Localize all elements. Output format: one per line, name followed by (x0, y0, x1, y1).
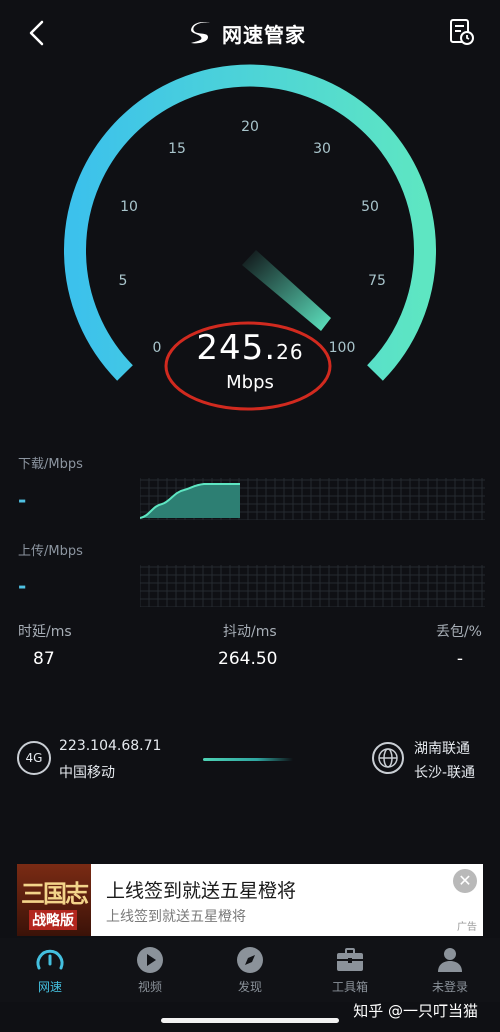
nav-item-discover[interactable]: 发现 (200, 938, 300, 998)
download-graph (140, 478, 485, 520)
ad-subtitle: 上线签到就送五星橙将 (106, 909, 246, 925)
latency-value: 87 (33, 649, 55, 669)
client-carrier: 中国移动 (59, 765, 115, 781)
jitter-label: 抖动/ms (223, 624, 277, 640)
watermark: 知乎 @一只叮当猫 (353, 1002, 478, 1020)
ad-tag: 广告 (457, 922, 477, 933)
upload-value: - (18, 574, 27, 598)
tick-label: 75 (368, 273, 386, 289)
nav-label: 发现 (237, 980, 262, 994)
ip-address: 223.104.68.71 (59, 738, 162, 754)
nav-item-speed[interactable]: 网速 (0, 938, 100, 998)
tick-label: 20 (241, 119, 259, 135)
compass-icon (237, 947, 263, 973)
speed-unit: Mbps (226, 372, 274, 393)
nav-item-toolbox[interactable]: 工具箱 (300, 938, 400, 998)
tick-label: 30 (313, 141, 331, 157)
ad-banner[interactable]: 三国志 战略版 上线签到就送五星橙将 上线签到就送五星橙将 ✕ 广告 (17, 864, 483, 936)
nav-label: 工具箱 (331, 980, 368, 994)
tick-label: 15 (168, 141, 186, 157)
close-icon[interactable]: ✕ (453, 869, 477, 893)
ad-thumb-subtitle: 战略版 (29, 910, 77, 930)
ad-thumbnail[interactable]: 三国志 战略版 (17, 864, 91, 936)
play-icon (137, 947, 163, 973)
speed-integer: 245. (196, 328, 277, 368)
user-icon (438, 948, 462, 972)
nav-label: 未登录 (431, 980, 468, 994)
ad-title[interactable]: 上线签到就送五星橙将 (106, 876, 296, 903)
tick-label: 10 (120, 199, 138, 215)
upload-label: 上传/Mbps (18, 544, 83, 559)
home-indicator[interactable] (161, 1018, 339, 1023)
toolbox-icon (337, 948, 363, 971)
speed-readout: 245.26 Mbps (166, 318, 334, 408)
nav-label: 视频 (137, 980, 162, 994)
nav-label: 网速 (37, 980, 62, 994)
packet-loss-label: 丢包/% (435, 624, 482, 640)
speed-value: 245.26 (166, 328, 334, 368)
connection-line (203, 758, 293, 761)
packet-loss-value: - (456, 649, 463, 669)
download-graph-fill (140, 484, 240, 518)
tick-label: 50 (361, 199, 379, 215)
download-label: 下载/Mbps (18, 457, 83, 472)
upload-graph (140, 565, 485, 607)
server-location[interactable]: 长沙-联通 (414, 762, 475, 782)
globe-icon (372, 742, 404, 774)
download-value: - (18, 488, 27, 512)
jitter-value: 264.50 (218, 649, 278, 669)
speed-decimal: 26 (276, 340, 304, 364)
network-type-badge: 4G (17, 741, 51, 775)
bottom-nav: 网速 视频 发现 工具箱 未登录 (0, 938, 500, 1002)
ad-thumb-title: 三国志 (21, 880, 89, 908)
speedometer-icon (36, 949, 64, 970)
nav-item-video[interactable]: 视频 (100, 938, 200, 998)
latency-label: 时延/ms (18, 624, 72, 640)
tick-label: 5 (119, 273, 128, 289)
nav-item-profile[interactable]: 未登录 (400, 938, 500, 998)
tick-label: 0 (153, 340, 162, 356)
server-name[interactable]: 湖南联通 (414, 738, 470, 758)
